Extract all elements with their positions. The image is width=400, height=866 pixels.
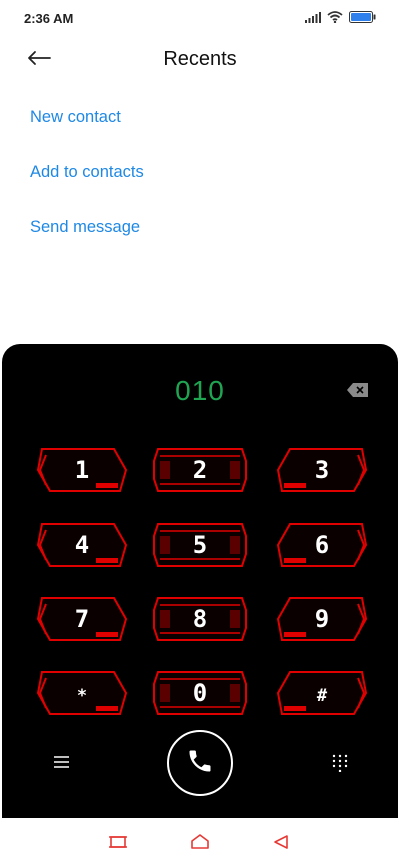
key-0[interactable]: 0 [152,670,248,716]
key-2[interactable]: 2 [152,447,248,493]
send-message-link[interactable]: Send message [30,216,144,271]
key-4[interactable]: 4 [34,522,130,568]
system-nav-bar [0,818,400,866]
key-9-label: 9 [314,605,330,633]
key-5-label: 5 [192,531,208,559]
key-6-label: 6 [314,531,330,559]
page-title: Recents [163,48,237,70]
recents-nav-button[interactable] [108,834,128,850]
signal-icon [305,11,321,23]
home-icon [190,834,210,854]
status-time: 2:36 AM [24,11,74,26]
new-contact-link[interactable]: New contact [30,106,144,161]
key-5[interactable]: 5 [152,522,248,568]
key-1-label: 1 [74,456,90,484]
action-list: New contact Add to contacts Send message [30,106,144,271]
key-8-label: 8 [192,605,208,633]
key-0-label: 0 [192,679,208,707]
dialer-panel: 010 1 2 3 4 5 6 7 8 9 * 0 # [2,344,398,818]
back-nav-button[interactable] [272,834,292,850]
recents-icon [108,836,128,854]
key-hash[interactable]: # [274,670,370,716]
key-3-label: 3 [314,456,330,484]
status-icons [305,11,376,23]
phone-icon [186,747,214,780]
battery-icon [349,11,376,23]
key-1[interactable]: 1 [34,447,130,493]
status-bar: 2:36 AM [0,0,400,36]
key-8[interactable]: 8 [152,596,248,642]
key-4-label: 4 [74,531,90,559]
key-3[interactable]: 3 [274,447,370,493]
key-star-label: * [76,686,88,706]
key-7[interactable]: 7 [34,596,130,642]
wifi-icon [327,11,343,23]
key-6[interactable]: 6 [274,522,370,568]
add-to-contacts-link[interactable]: Add to contacts [30,161,144,216]
key-2-label: 2 [192,456,208,484]
key-9[interactable]: 9 [274,596,370,642]
key-star[interactable]: * [34,670,130,716]
dialpad-toggle-button[interactable] [332,754,348,773]
back-triangle-icon [272,835,292,854]
home-nav-button[interactable] [190,834,210,850]
dialpad-grid-icon [332,754,348,776]
menu-icon [52,756,72,774]
call-button[interactable] [167,730,233,796]
key-hash-label: # [316,686,328,706]
key-7-label: 7 [74,605,90,633]
menu-button[interactable] [52,754,72,770]
